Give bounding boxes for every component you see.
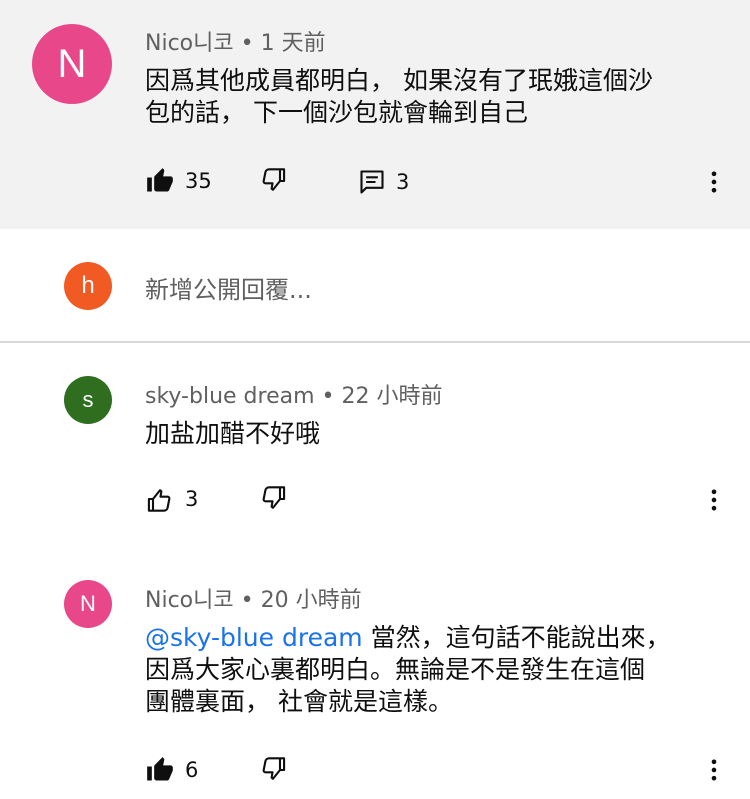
like-count: 6 <box>185 758 199 782</box>
reply-avatar: h <box>64 262 112 310</box>
comment-time[interactable]: 1 天前 <box>261 31 326 56</box>
comment-text: @sky-blue dream 當然，這句話不能說出來， 因爲大家心裏都明白。無… <box>145 622 735 718</box>
comment-text-segment: 當然，這句話不能說出來， <box>362 623 671 652</box>
comment-time[interactable]: 20 小時前 <box>261 588 362 613</box>
comment-text-line: 因爲其他成員都明白， 如果沒有了珉娥這個沙 <box>145 66 653 95</box>
comment-text-line: @sky-blue dream 當然，這句話不能說出來， <box>145 622 735 654</box>
comment-text-line: 團體裏面， 社會就是這樣。 <box>145 687 453 716</box>
avatar-letter: h <box>81 272 95 299</box>
comment-text-line: 因爲大家心裏都明白。無論是不是發生在這個 <box>145 655 646 684</box>
meta-separator: • <box>314 384 342 409</box>
like-button[interactable]: 35 <box>145 167 212 195</box>
like-button[interactable]: 6 <box>145 756 198 784</box>
meta-separator: • <box>233 31 261 56</box>
like-count: 35 <box>185 169 212 193</box>
reply-input[interactable]: 新增公開回覆... <box>145 270 725 304</box>
more-vert-icon <box>711 489 717 511</box>
more-options-button[interactable] <box>700 486 728 514</box>
more-options-button[interactable] <box>700 168 728 196</box>
thumbs-down-outline-icon <box>262 486 286 509</box>
divider <box>0 341 750 343</box>
comment-time[interactable]: 22 小時前 <box>341 384 442 409</box>
thumbs-up-filled-icon <box>147 757 173 781</box>
dislike-button[interactable] <box>258 485 288 513</box>
author-name[interactable]: Nico니코 <box>145 31 234 56</box>
thumbs-up-filled-icon <box>147 168 173 192</box>
comment-text-line: 包的話， 下一個沙包就會輪到自己 <box>145 98 528 127</box>
comment-text: 因爲其他成員都明白， 如果沒有了珉娥這個沙 包的話， 下一個沙包就會輪到自己 <box>145 65 735 129</box>
thumbs-down-outline-icon <box>262 168 286 191</box>
avatar-letter: N <box>57 41 87 86</box>
dislike-button[interactable] <box>258 756 288 784</box>
reply-count: 3 <box>396 170 410 194</box>
meta-separator: • <box>233 588 261 613</box>
thumbs-up-outline-icon <box>147 489 171 512</box>
like-button[interactable]: 3 <box>145 485 198 513</box>
reply-count-button[interactable]: 3 <box>358 168 409 196</box>
avatar-letter: s <box>82 387 94 412</box>
avatar-letter: N <box>80 591 96 616</box>
comment-meta: Nico니코 • 1 天前 <box>145 25 326 57</box>
author-name[interactable]: Nico니코 <box>145 588 234 613</box>
author-name[interactable]: sky-blue dream <box>145 384 315 409</box>
thumbs-down-outline-icon <box>262 757 286 780</box>
dislike-button[interactable] <box>258 167 288 195</box>
more-vert-icon <box>711 759 717 781</box>
avatar[interactable]: s <box>64 376 112 424</box>
avatar[interactable]: N <box>32 24 112 104</box>
comment-icon <box>360 170 384 194</box>
more-vert-icon <box>711 171 717 193</box>
comment-meta: sky-blue dream • 22 小時前 <box>145 378 442 410</box>
comment-meta: Nico니코 • 20 小時前 <box>145 582 362 614</box>
like-count: 3 <box>185 487 199 511</box>
comment-text: 加盐加醋不好哦 <box>145 419 321 448</box>
avatar[interactable]: N <box>64 580 112 628</box>
more-options-button[interactable] <box>700 756 728 784</box>
mention-link[interactable]: @sky-blue dream <box>145 623 363 652</box>
